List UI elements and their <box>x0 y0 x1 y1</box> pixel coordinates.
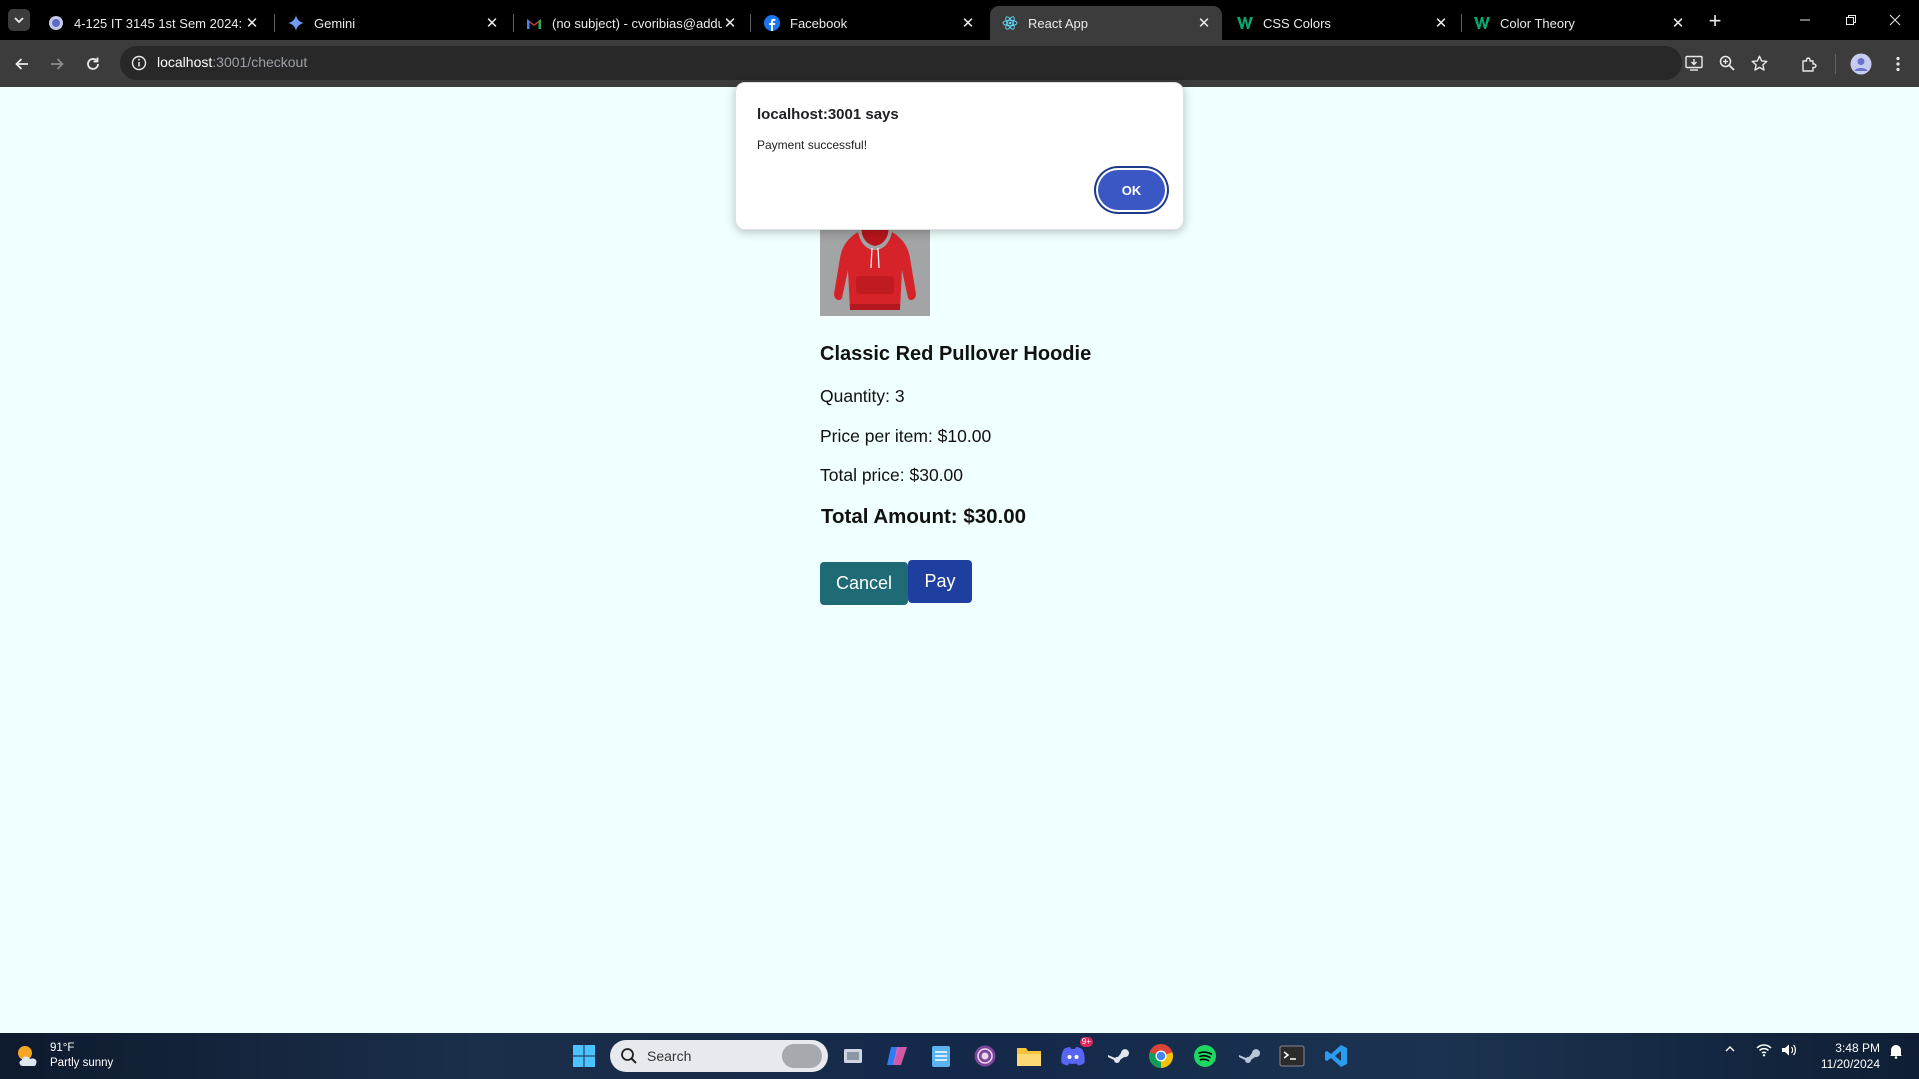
dialog-message: Payment successful! <box>757 138 868 152</box>
partly-sunny-icon <box>14 1042 42 1070</box>
cancel-button[interactable]: Cancel <box>820 562 908 605</box>
close-tab-icon[interactable]: ✕ <box>1670 15 1686 32</box>
url-host: localhost <box>157 54 213 70</box>
steam-icon[interactable] <box>1101 1040 1133 1072</box>
clock-date: 11/20/2024 <box>1820 1057 1880 1071</box>
tab-color-theory[interactable]: Color Theory ✕ <box>1462 6 1696 40</box>
terminal-icon[interactable] <box>1276 1040 1308 1072</box>
url-text[interactable]: localhost:3001/checkout <box>157 54 307 70</box>
close-window-icon[interactable] <box>1872 6 1918 34</box>
profile-avatar[interactable] <box>1847 50 1875 78</box>
wifi-icon[interactable] <box>1756 1043 1772 1057</box>
minimize-icon[interactable] <box>1782 6 1828 34</box>
close-tab-icon[interactable]: ✕ <box>244 15 260 32</box>
gmail-icon <box>526 15 542 31</box>
w3schools-icon <box>1474 15 1490 31</box>
address-bar[interactable]: localhost:3001/checkout <box>120 46 1767 80</box>
new-tab-icon[interactable]: + <box>1703 8 1727 33</box>
tab-title: React App <box>1028 15 1088 31</box>
total-price-text: Total price: $30.00 <box>820 465 964 485</box>
copilot-icon[interactable] <box>881 1040 913 1072</box>
search-placeholder: Search <box>647 1048 692 1064</box>
discord-notification-badge: 9+ <box>1079 1037 1093 1047</box>
system-clock[interactable]: 3:48 PM 11/20/2024 <box>1810 1040 1880 1072</box>
close-tab-icon[interactable]: ✕ <box>1433 15 1449 32</box>
clock-time: 3:48 PM <box>1835 1041 1880 1055</box>
tab-css-colors[interactable]: CSS Colors ✕ <box>1225 6 1459 40</box>
install-app-icon[interactable] <box>1683 52 1705 74</box>
notepad-icon[interactable] <box>925 1040 957 1072</box>
tab-search-dropdown-icon[interactable] <box>8 9 30 31</box>
moodle-icon <box>48 15 64 31</box>
steam-icon-2[interactable] <box>1232 1040 1264 1072</box>
tab-separator <box>750 14 751 32</box>
tab-moodle[interactable]: 4-125 IT 3145 1st Sem 2024: Sh ✕ <box>36 6 270 40</box>
total-amount: Total Amount: $30.00 <box>821 505 1027 528</box>
spotify-icon[interactable] <box>1189 1040 1221 1072</box>
extensions-icon[interactable] <box>1795 50 1823 78</box>
product-name: Classic Red Pullover Hoodie <box>820 343 1092 365</box>
menu-kebab-icon[interactable] <box>1884 50 1912 78</box>
tab-separator <box>274 14 275 32</box>
url-path: :3001/checkout <box>212 54 308 70</box>
volume-icon[interactable] <box>1781 1043 1797 1057</box>
bookmark-star-icon[interactable] <box>1748 52 1770 74</box>
tab-react-app[interactable]: React App ✕ <box>990 6 1222 40</box>
tab-gemini[interactable]: Gemini ✕ <box>276 6 510 40</box>
discord-icon[interactable]: 9+ <box>1057 1037 1093 1072</box>
tab-title: 4-125 IT 3145 1st Sem 2024: Sh <box>74 15 244 31</box>
react-icon <box>1002 15 1018 31</box>
taskbar-search-box[interactable]: Search <box>610 1040 828 1072</box>
taskbar: 91°F Partly sunny Search 9+ 3:48 PM 11/2… <box>0 1033 1919 1079</box>
pay-button[interactable]: Pay <box>908 560 972 603</box>
weather-temp: 91°F <box>50 1042 75 1054</box>
close-tab-icon[interactable]: ✕ <box>484 15 500 32</box>
gemini-icon <box>288 15 304 31</box>
tab-title: Color Theory <box>1500 15 1575 31</box>
search-highlight-image <box>782 1044 822 1068</box>
search-icon <box>620 1047 638 1065</box>
notifications-icon[interactable] <box>1888 1043 1904 1059</box>
close-tab-icon[interactable]: ✕ <box>1196 15 1212 32</box>
price-per-item-text: Price per item: $10.00 <box>820 426 992 446</box>
show-hidden-icons-icon[interactable] <box>1724 1043 1736 1055</box>
weather-widget[interactable]: 91°F Partly sunny <box>14 1041 113 1071</box>
task-view-icon[interactable] <box>837 1040 869 1072</box>
toolbar-separator <box>1835 54 1836 74</box>
restore-icon[interactable] <box>1828 6 1874 34</box>
reload-icon[interactable] <box>79 50 107 78</box>
tab-facebook[interactable]: Facebook ✕ <box>752 6 986 40</box>
zoom-icon[interactable] <box>1716 52 1738 74</box>
tab-gmail[interactable]: (no subject) - cvoribias@addu.e ✕ <box>514 6 748 40</box>
tab-title: Gemini <box>314 15 356 31</box>
weather-description: Partly sunny <box>50 1057 114 1069</box>
chrome-icon[interactable] <box>1145 1040 1177 1072</box>
tab-title: (no subject) - cvoribias@addu.e <box>552 15 722 31</box>
facebook-icon <box>764 15 780 31</box>
close-tab-icon[interactable]: ✕ <box>722 15 738 32</box>
back-icon[interactable] <box>8 50 36 78</box>
site-info-icon[interactable] <box>130 54 148 72</box>
quantity-text: Quantity: 3 <box>820 386 905 406</box>
dialog-ok-button[interactable]: OK <box>1098 170 1165 210</box>
tab-title: CSS Colors <box>1263 15 1331 31</box>
dialog-title: localhost:3001 says <box>757 106 899 123</box>
windows-start-icon[interactable] <box>568 1040 600 1072</box>
product-image <box>820 224 930 316</box>
alert-dialog: localhost:3001 says Payment successful! … <box>735 82 1184 230</box>
tab-strip: 4-125 IT 3145 1st Sem 2024: Sh ✕ Gemini … <box>0 0 1919 40</box>
file-explorer-icon[interactable] <box>1013 1040 1045 1072</box>
vscode-icon[interactable] <box>1320 1040 1352 1072</box>
w3schools-icon <box>1237 15 1253 31</box>
tor-browser-icon[interactable] <box>969 1040 1001 1072</box>
close-tab-icon[interactable]: ✕ <box>960 15 976 32</box>
browser-toolbar: localhost:3001/checkout <box>0 40 1919 87</box>
tab-title: Facebook <box>790 15 848 31</box>
forward-icon[interactable] <box>43 50 71 78</box>
